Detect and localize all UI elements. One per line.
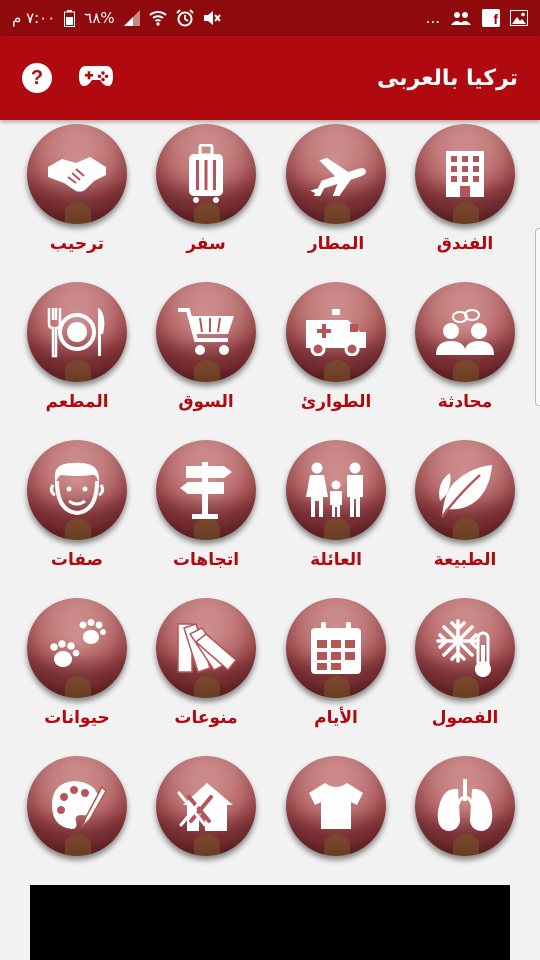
- tile-label: محادثة: [437, 392, 493, 412]
- signal-icon: [123, 10, 140, 26]
- tile-seasons[interactable]: الفصول: [401, 598, 529, 748]
- plate-cutlery-icon: [47, 308, 105, 358]
- signpost-icon: [180, 462, 232, 519]
- tile-circle: [286, 756, 386, 856]
- tile-circle: [156, 598, 256, 698]
- tile-circle: [286, 598, 386, 698]
- app-bar-actions: ?: [22, 63, 114, 93]
- tile-restaurant[interactable]: المطعم: [13, 282, 141, 432]
- tile-home-tools[interactable]: [142, 756, 270, 906]
- tile-circle: [286, 440, 386, 540]
- tile-lungs[interactable]: [401, 756, 529, 906]
- tile-label: العائلة: [310, 550, 362, 570]
- tile-circle: [286, 282, 386, 382]
- conversation-icon: [436, 309, 494, 355]
- tile-travel[interactable]: سفر: [142, 124, 270, 274]
- ambulance-icon: [306, 309, 366, 356]
- tile-circle: [415, 756, 515, 856]
- handshake-icon: [48, 157, 106, 192]
- tile-label: الأيام: [314, 708, 358, 728]
- edge-panel-handle[interactable]: [535, 228, 540, 406]
- tile-label: المطعم: [45, 392, 109, 412]
- ad-banner[interactable]: [30, 885, 510, 960]
- tile-circle: [27, 756, 127, 856]
- tile-attributes[interactable]: صفات: [13, 440, 141, 590]
- tile-label: الفندق: [436, 234, 494, 254]
- tile-label: اتجاهات: [172, 550, 240, 570]
- tile-family[interactable]: العائلة: [272, 440, 400, 590]
- snowflake-thermometer-icon: [436, 619, 491, 677]
- calendar-icon: [311, 622, 361, 674]
- group-icon: [450, 10, 472, 26]
- tile-label: ترحيب: [49, 234, 105, 254]
- gamepad-icon[interactable]: [78, 64, 114, 92]
- tile-label: سفر: [186, 234, 226, 254]
- tile-circle: [286, 124, 386, 224]
- mute-icon: [203, 10, 221, 26]
- tile-circle: [415, 440, 515, 540]
- tile-label: الطوارئ: [300, 392, 372, 412]
- tile-clothes[interactable]: [272, 756, 400, 906]
- tile-hotel[interactable]: الفندق: [401, 124, 529, 274]
- tshirt-icon: [309, 783, 363, 829]
- status-left: ٧:٠٠ م ٦٨%: [12, 9, 221, 27]
- tile-animals[interactable]: حيوانات: [13, 598, 141, 748]
- tile-circle: [27, 282, 127, 382]
- lungs-icon: [437, 779, 493, 831]
- face-icon: [49, 462, 105, 516]
- leaf-icon: [439, 465, 492, 518]
- battery-level: ٦٨%: [84, 9, 115, 27]
- tile-label: الفصول: [431, 708, 499, 728]
- airplane-icon: [310, 157, 366, 196]
- tile-market[interactable]: السوق: [142, 282, 270, 432]
- paw-icon: [50, 619, 106, 667]
- more-notifications: ...: [425, 9, 440, 27]
- swatches-icon: [177, 623, 238, 673]
- category-grid: الفندق المطار سفر ترحيب محادثة الطوارئ ا…: [0, 120, 540, 885]
- tile-label: المطار: [307, 234, 365, 254]
- app-title: تركيا بالعربى: [376, 65, 518, 91]
- suitcase-icon: [189, 144, 223, 203]
- tile-days[interactable]: الأيام: [272, 598, 400, 748]
- house-tools-icon: [177, 783, 233, 831]
- tile-circle: [415, 598, 515, 698]
- status-bar: ٧:٠٠ م ٦٨% ... f: [0, 0, 540, 36]
- tile-art[interactable]: [13, 756, 141, 906]
- cart-icon: [178, 308, 234, 355]
- tile-circle: [156, 124, 256, 224]
- tile-welcome[interactable]: ترحيب: [13, 124, 141, 274]
- tile-conversation[interactable]: محادثة: [401, 282, 529, 432]
- tile-label: منوعات: [174, 708, 238, 728]
- tile-emergency[interactable]: الطوارئ: [272, 282, 400, 432]
- tile-circle: [415, 124, 515, 224]
- tile-circle: [27, 598, 127, 698]
- tile-nature[interactable]: الطبيعة: [401, 440, 529, 590]
- family-icon: [306, 462, 363, 517]
- tile-airport[interactable]: المطار: [272, 124, 400, 274]
- tile-misc[interactable]: منوعات: [142, 598, 270, 748]
- alarm-icon: [175, 9, 194, 27]
- tile-circle: [27, 440, 127, 540]
- wifi-icon: [149, 10, 167, 26]
- facebook-icon: f: [482, 9, 500, 27]
- tile-label: السوق: [178, 392, 234, 412]
- tile-circle: [415, 282, 515, 382]
- status-right: ... f: [426, 9, 528, 27]
- battery-icon: [64, 9, 76, 27]
- tile-label: الطبيعة: [433, 550, 497, 570]
- tile-circle: [156, 756, 256, 856]
- tile-circle: [156, 440, 256, 540]
- palette-icon: [52, 781, 106, 829]
- help-button[interactable]: ?: [22, 63, 52, 93]
- gallery-icon: [510, 10, 528, 26]
- tile-circle: [27, 124, 127, 224]
- tile-label: صفات: [50, 550, 104, 570]
- tile-circle: [156, 282, 256, 382]
- tile-directions[interactable]: اتجاهات: [142, 440, 270, 590]
- status-time: ٧:٠٠ م: [12, 9, 56, 27]
- tile-label: حيوانات: [44, 708, 110, 728]
- app-bar: ? تركيا بالعربى: [0, 36, 540, 120]
- hotel-icon: [446, 151, 484, 197]
